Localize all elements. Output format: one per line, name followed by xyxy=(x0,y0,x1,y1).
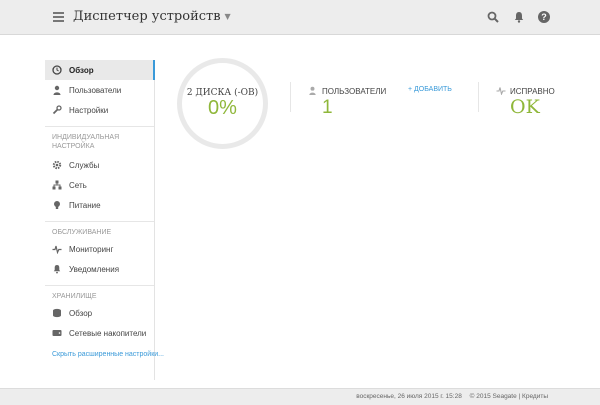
divider xyxy=(45,285,154,286)
credits-link[interactable]: Кредиты xyxy=(522,393,548,400)
wrench-icon xyxy=(52,105,62,115)
divider xyxy=(478,82,479,112)
sidebar-item-label: Настройки xyxy=(69,105,109,115)
section-storage: Хранилище xyxy=(52,293,97,300)
hide-advanced-settings-link[interactable]: Скрыть расширенные настройки... xyxy=(52,351,164,358)
sidebar-item-label: Питание xyxy=(69,200,101,210)
sidebar-item-settings[interactable]: Настройки xyxy=(45,100,154,120)
footer-text: воскресенье, 26 июля 2015 г. 15:28 © 201… xyxy=(356,393,548,400)
pulse-icon xyxy=(52,245,62,254)
section-custom-settings: Индивидуальная настройка xyxy=(52,134,120,150)
help-icon[interactable]: ? xyxy=(537,10,551,24)
sidebar-item-label: Обзор xyxy=(69,308,93,318)
sidebar-item-users[interactable]: Пользователи xyxy=(45,80,154,100)
sidebar-item-storage-overview[interactable]: Обзор xyxy=(45,303,154,323)
sidebar-item-label: Сеть xyxy=(69,180,87,190)
users-count: 1 xyxy=(322,97,333,118)
chevron-down-icon: ▼ xyxy=(224,12,231,21)
user-icon xyxy=(53,85,61,95)
search-icon[interactable] xyxy=(486,10,500,24)
footer-datetime: воскресенье, 26 июля 2015 г. 15:28 xyxy=(356,393,462,400)
app-title: Диспетчер устройств xyxy=(73,9,221,24)
sidebar-item-label: Обзор xyxy=(69,65,94,75)
sidebar-item-monitoring[interactable]: Мониторинг xyxy=(45,239,154,259)
sidebar-item-services[interactable]: Службы xyxy=(45,155,154,175)
bell-icon[interactable] xyxy=(512,10,526,24)
health-label: ИСПРАВНО xyxy=(510,87,555,96)
disks-usage-value: 0% xyxy=(208,97,237,119)
section-maintenance: Обслуживание xyxy=(52,229,112,236)
divider xyxy=(290,82,291,112)
sidebar-item-notifications[interactable]: Уведомления xyxy=(45,259,154,279)
sidebar-item-label: Уведомления xyxy=(69,264,120,274)
pulse-icon xyxy=(496,87,506,95)
sidebar: Обзор Пользователи Настройки Индивидуаль… xyxy=(45,60,164,380)
add-user-button[interactable]: + ДОБАВИТЬ xyxy=(408,86,452,93)
sidebar-item-label: Службы xyxy=(69,160,100,170)
disk-icon xyxy=(53,308,61,318)
network-icon xyxy=(52,180,62,190)
sidebar-item-overview[interactable]: Обзор xyxy=(45,60,155,80)
bell-icon xyxy=(53,265,61,274)
sidebar-item-label: Сетевые накопители xyxy=(69,328,147,338)
users-label: ПОЛЬЗОВАТЕЛИ xyxy=(322,87,387,96)
user-icon xyxy=(309,86,316,95)
top-bar: Диспетчер устройств ▼ ? xyxy=(0,0,600,35)
divider xyxy=(45,221,154,222)
app-title-dropdown[interactable]: Диспетчер устройств ▼ xyxy=(73,9,231,24)
footer-copyright: © 2015 Seagate xyxy=(469,393,517,400)
footer-separator: | xyxy=(518,393,521,400)
sidebar-item-network-drives[interactable]: Сетевые накопители xyxy=(45,323,154,343)
sidebar-item-label: Мониторинг xyxy=(69,244,114,254)
footer: воскресенье, 26 июля 2015 г. 15:28 © 201… xyxy=(0,388,600,405)
clock-icon xyxy=(52,65,62,75)
sidebar-item-power[interactable]: Питание xyxy=(45,195,154,215)
bulb-icon xyxy=(54,201,60,209)
sidebar-item-label: Пользователи xyxy=(69,85,122,95)
sidebar-item-network[interactable]: Сеть xyxy=(45,175,154,195)
health-status: OK xyxy=(510,96,540,118)
svg-text:?: ? xyxy=(541,12,547,22)
gear-icon xyxy=(52,160,62,170)
menu-icon[interactable] xyxy=(53,12,64,22)
drive-icon xyxy=(52,330,62,336)
divider xyxy=(45,126,154,127)
